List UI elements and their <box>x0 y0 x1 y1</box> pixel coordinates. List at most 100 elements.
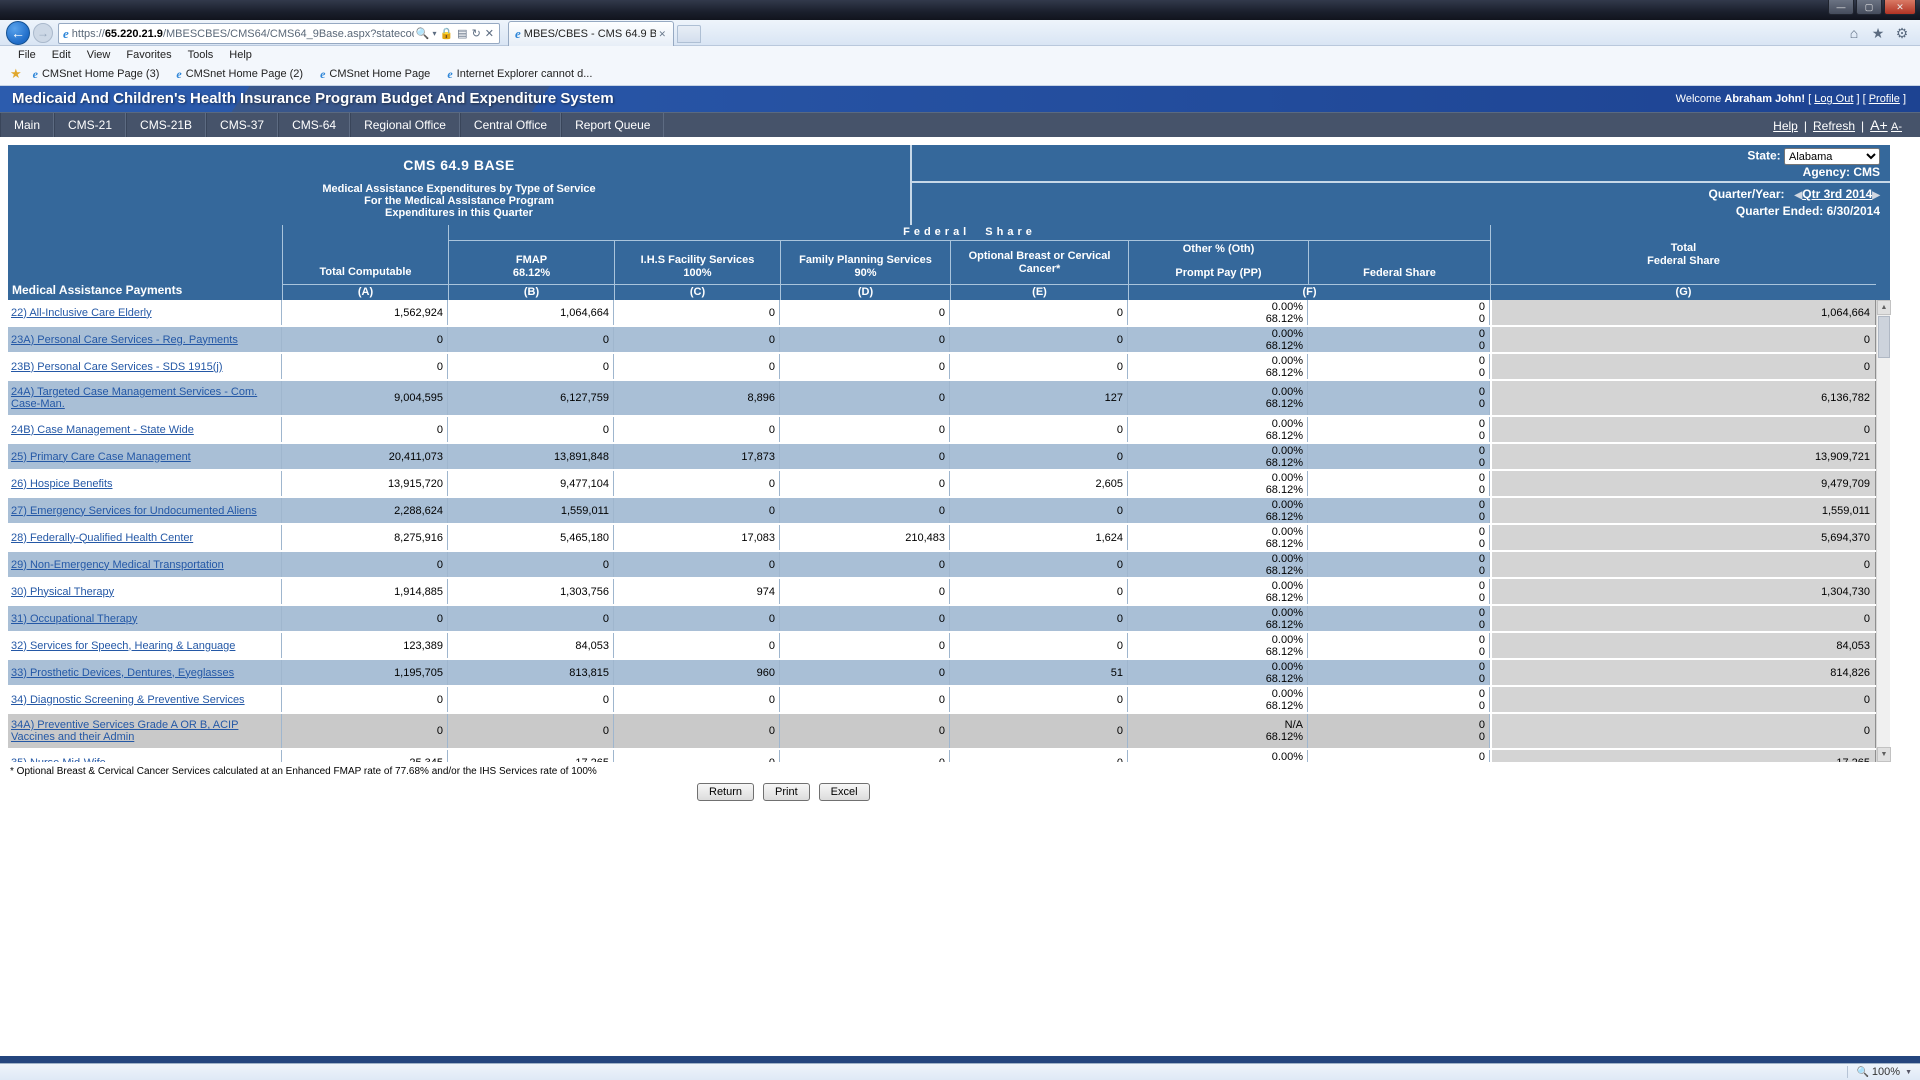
favorite-item[interactable]: eCMSnet Home Page (2) <box>175 67 303 82</box>
nav-tab-central-office[interactable]: Central Office <box>460 113 561 137</box>
cell-family-planning: 0 <box>780 327 950 352</box>
separator <box>1847 1066 1848 1078</box>
zoom-caret-icon[interactable]: ▼ <box>1905 1069 1912 1076</box>
quarter-next-icon[interactable]: ▶ <box>1872 190 1880 201</box>
user-name: Abraham John! <box>1724 93 1805 105</box>
row-label-cell: 33) Prosthetic Devices, Dentures, Eyegla… <box>8 660 282 685</box>
menu-tools[interactable]: Tools <box>180 49 222 61</box>
menu-file[interactable]: File <box>10 49 44 61</box>
row-label-link[interactable]: 23B) Personal Care Services - SDS 1915(j… <box>11 361 223 373</box>
search-dropdown-icon[interactable]: ▾ <box>432 29 436 38</box>
column-header-total-federal-share: TotalFederal Share <box>1490 225 1876 284</box>
table-scrollbar[interactable]: ▲ ▼ <box>1876 300 1890 762</box>
back-button[interactable]: ← <box>6 21 30 45</box>
nav-tab-main[interactable]: Main <box>0 113 54 137</box>
home-icon[interactable]: ⌂ <box>1844 24 1864 42</box>
scroll-up-button[interactable]: ▲ <box>1877 300 1891 315</box>
nav-tab-cms64[interactable]: CMS-64 <box>278 113 350 137</box>
help-link[interactable]: Help <box>1773 119 1798 133</box>
federal-share-top: 0 <box>1479 301 1485 313</box>
scrollbar-thumb[interactable] <box>1878 316 1890 358</box>
row-label-link[interactable]: 34A) Preventive Services Grade A OR B, A… <box>11 719 278 743</box>
cell-other-pct: 0.00%68.12% <box>1128 606 1308 631</box>
fmap-pct-value: 68.12% <box>1266 484 1303 496</box>
menu-view[interactable]: View <box>79 49 119 61</box>
return-button[interactable]: Return <box>697 783 754 801</box>
row-label-link[interactable]: 32) Services for Speech, Hearing & Langu… <box>11 640 235 652</box>
row-label-link[interactable]: 29) Non-Emergency Medical Transportation <box>11 559 224 571</box>
refresh-icon[interactable]: ↻ <box>472 27 481 40</box>
nav-tab-regional-office[interactable]: Regional Office <box>350 113 460 137</box>
tab-close-icon[interactable]: ✕ <box>656 29 668 40</box>
row-label-link[interactable]: 34) Diagnostic Screening & Preventive Se… <box>11 694 245 706</box>
favorite-item[interactable]: eInternet Explorer cannot d... <box>446 67 592 82</box>
app-title: Medicaid And Children's Health Insurance… <box>12 86 614 112</box>
menu-edit[interactable]: Edit <box>44 49 79 61</box>
federal-share-bottom: 0 <box>1479 538 1485 550</box>
fmap-pct-value: 68.12% <box>1266 538 1303 550</box>
column-header-other-pct: Other % (Oth)Prompt Pay (PP) <box>1128 241 1308 284</box>
menu-help[interactable]: Help <box>221 49 260 61</box>
row-label-link[interactable]: 26) Hospice Benefits <box>11 478 113 490</box>
row-label-cell: 22) All-Inclusive Care Elderly <box>8 300 282 325</box>
search-icon[interactable]: 🔍 <box>416 27 430 40</box>
cell-total-federal-share: 0 <box>1490 606 1876 631</box>
window-maximize-button[interactable]: ▢ <box>1856 0 1882 15</box>
address-bar[interactable]: e https://65.220.21.9/MBESCBES/CMS64/CMS… <box>58 23 500 44</box>
profile-link[interactable]: Profile <box>1869 93 1900 105</box>
forward-button[interactable]: → <box>33 23 53 43</box>
table-row: 23A) Personal Care Services - Reg. Payme… <box>8 327 1890 354</box>
favorites-icon[interactable]: ★ <box>1868 24 1888 42</box>
menu-favorites[interactable]: Favorites <box>118 49 179 61</box>
scroll-down-button[interactable]: ▼ <box>1877 747 1891 762</box>
bracket: ] [ <box>1856 93 1865 105</box>
cell-ihs: 0 <box>614 327 780 352</box>
stop-icon[interactable]: ✕ <box>485 27 494 40</box>
quarter-ended-label: Quarter Ended: 6/30/2014 <box>1736 204 1880 218</box>
gear-icon[interactable]: ⚙ <box>1892 24 1912 42</box>
add-favorite-icon[interactable]: ★ <box>10 66 22 82</box>
row-label-link[interactable]: 22) All-Inclusive Care Elderly <box>11 307 152 319</box>
cell-federal-share: 00 <box>1308 687 1490 712</box>
cell-total-federal-share: 1,559,011 <box>1490 498 1876 523</box>
cell-ihs: 0 <box>614 354 780 379</box>
print-button[interactable]: Print <box>763 783 810 801</box>
cell-total-federal-share: 1,304,730 <box>1490 579 1876 604</box>
window-close-button[interactable]: ✕ <box>1884 0 1916 15</box>
separator: | <box>1861 119 1864 133</box>
form-title: CMS 64.9 BASE <box>8 157 910 173</box>
row-label-link[interactable]: 35) Nurse Mid-Wife <box>11 757 106 763</box>
row-label-link[interactable]: 24A) Targeted Case Management Services -… <box>11 386 278 410</box>
nav-tab-report-queue[interactable]: Report Queue <box>561 113 664 137</box>
excel-button[interactable]: Excel <box>819 783 870 801</box>
nav-tab-cms21b[interactable]: CMS-21B <box>126 113 206 137</box>
row-label-link[interactable]: 33) Prosthetic Devices, Dentures, Eyegla… <box>11 667 234 679</box>
favorite-item[interactable]: eCMSnet Home Page <box>319 67 430 82</box>
cell-total-computable: 1,914,885 <box>282 579 448 604</box>
cell-federal-share: 00 <box>1308 750 1490 762</box>
refresh-link[interactable]: Refresh <box>1813 119 1855 133</box>
favorite-item[interactable]: eCMSnet Home Page (3) <box>32 67 160 82</box>
cell-federal-share: 00 <box>1308 714 1490 748</box>
zoom-control[interactable]: 🔍 100% ▼ <box>1839 1064 1912 1080</box>
row-label-link[interactable]: 27) Emergency Services for Undocumented … <box>11 505 257 517</box>
federal-share-bottom: 0 <box>1479 700 1485 712</box>
row-label-link[interactable]: 30) Physical Therapy <box>11 586 114 598</box>
row-label-link[interactable]: 25) Primary Care Case Management <box>11 451 191 463</box>
state-select[interactable]: Alabama <box>1784 148 1880 165</box>
cell-total-federal-share: 17,265 <box>1490 750 1876 762</box>
new-tab-button[interactable] <box>677 25 701 43</box>
row-label-link[interactable]: 28) Federally-Qualified Health Center <box>11 532 193 544</box>
nav-tab-cms21[interactable]: CMS-21 <box>54 113 126 137</box>
row-label-link[interactable]: 31) Occupational Therapy <box>11 613 137 625</box>
quarter-link[interactable]: Qtr 3rd 2014 <box>1802 187 1872 201</box>
compatibility-view-icon[interactable]: ▤ <box>457 27 467 40</box>
browser-tab[interactable]: e MBES/CBES - CMS 64.9 Base ✕ <box>508 21 674 46</box>
font-decrease-link[interactable]: A- <box>1891 121 1902 133</box>
nav-tab-cms37[interactable]: CMS-37 <box>206 113 278 137</box>
row-label-link[interactable]: 24B) Case Management - State Wide <box>11 424 194 436</box>
logout-link[interactable]: Log Out <box>1814 93 1853 105</box>
window-minimize-button[interactable]: — <box>1828 0 1854 15</box>
font-increase-link[interactable]: A+ <box>1870 117 1888 133</box>
row-label-link[interactable]: 23A) Personal Care Services - Reg. Payme… <box>11 334 238 346</box>
